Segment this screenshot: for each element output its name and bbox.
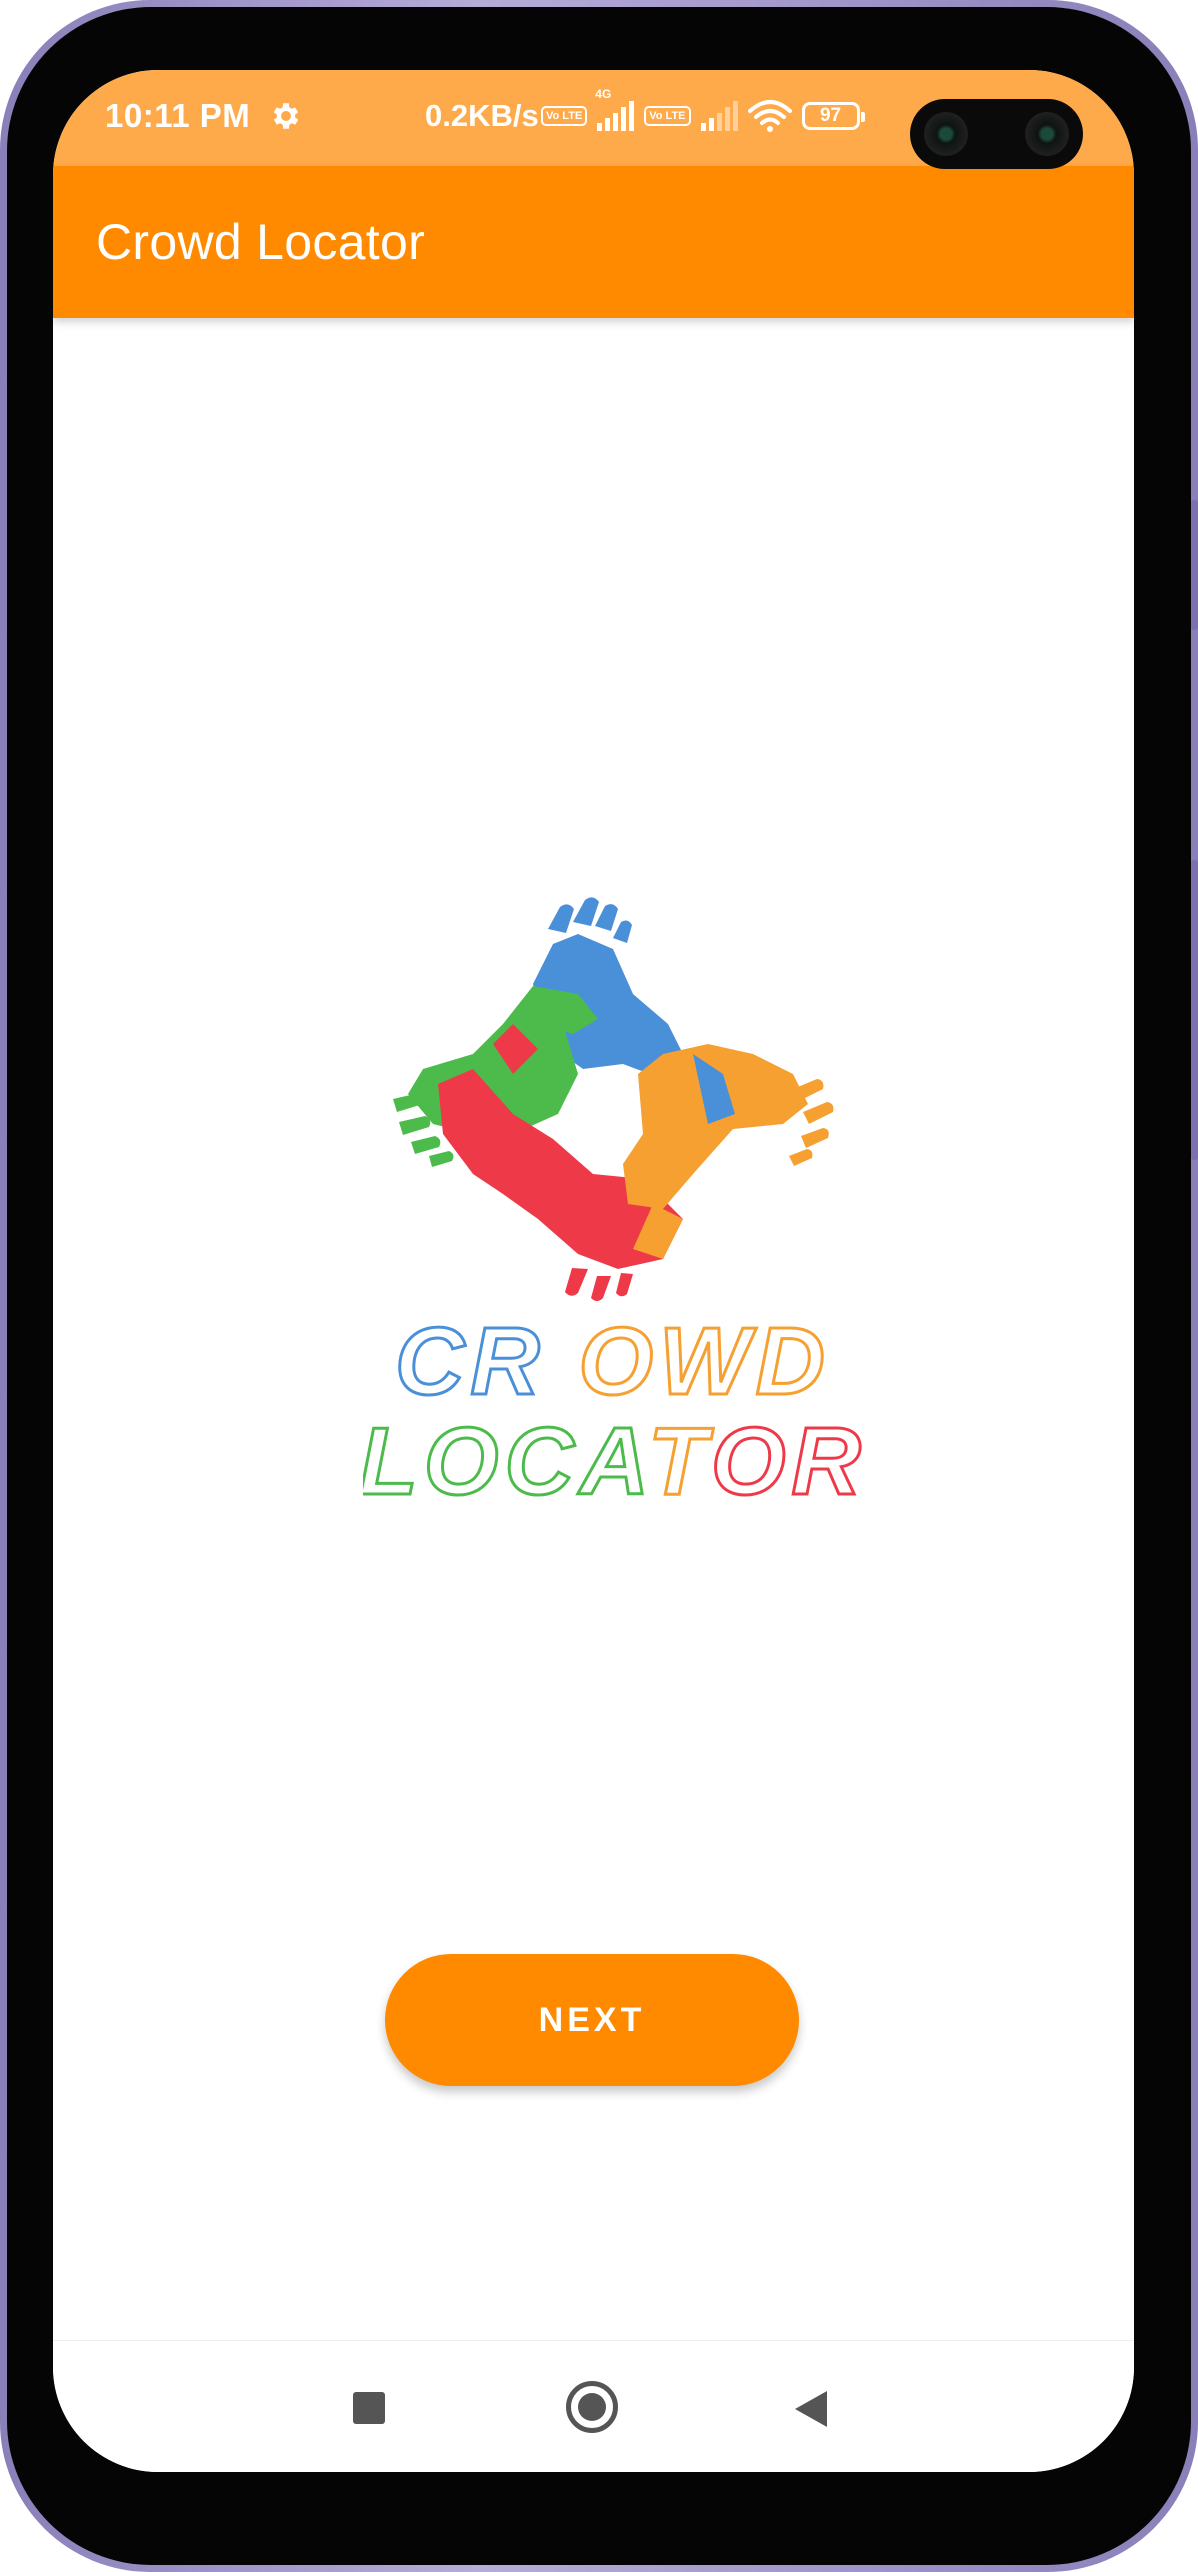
signal-icon: 4G xyxy=(595,87,635,131)
hands-emblem-icon xyxy=(393,897,834,1301)
wifi-icon xyxy=(747,100,792,132)
status-time: 10:11 PM xyxy=(105,97,251,134)
home-icon[interactable] xyxy=(566,2381,618,2433)
crowd-locator-logo: CR OWD LOCATOR xyxy=(363,897,863,1517)
logo-word-crowd-a: CR xyxy=(395,1308,546,1415)
next-button[interactable]: NEXT xyxy=(385,1954,799,2086)
sim1-type: 4G xyxy=(595,87,612,101)
logo-word-locator-a: LOCA xyxy=(363,1408,648,1515)
navigation-bar xyxy=(53,2340,1134,2472)
signal-icon-sim2 xyxy=(700,101,738,131)
network-speed: 0.2KB/s xyxy=(425,98,539,133)
camera-lens xyxy=(924,112,968,156)
volume-button xyxy=(1191,500,1198,630)
camera-lens-2 xyxy=(1025,112,1069,156)
battery-icon: 97 xyxy=(801,102,865,130)
front-camera xyxy=(910,99,1083,169)
logo-word-locator: LOCATOR xyxy=(363,1408,863,1515)
logo-word-locator-c: OR xyxy=(711,1408,863,1515)
logo-word-locator-b: T xyxy=(648,1408,714,1515)
back-icon[interactable] xyxy=(795,2391,827,2427)
screen: 10:11 PM 0.2KB/s Vo LTE 4G Vo LTE 97 Cro… xyxy=(53,70,1134,2472)
logo-word-crowd-b: OWD xyxy=(578,1308,831,1415)
battery-level: 97 xyxy=(819,105,842,126)
gear-icon xyxy=(273,103,299,129)
recent-apps-icon[interactable] xyxy=(353,2392,385,2424)
app-bar: Crowd Locator xyxy=(53,166,1134,318)
volte-icon: Vo LTE xyxy=(541,106,588,126)
app-title: Crowd Locator xyxy=(96,214,426,270)
status-icons: Vo LTE 4G Vo LTE 97 xyxy=(541,87,865,136)
side-button xyxy=(1191,860,1198,1160)
svg-text:CR OWD: CR OWD xyxy=(395,1308,831,1415)
volte-icon-sim2: Vo LTE xyxy=(644,106,691,126)
